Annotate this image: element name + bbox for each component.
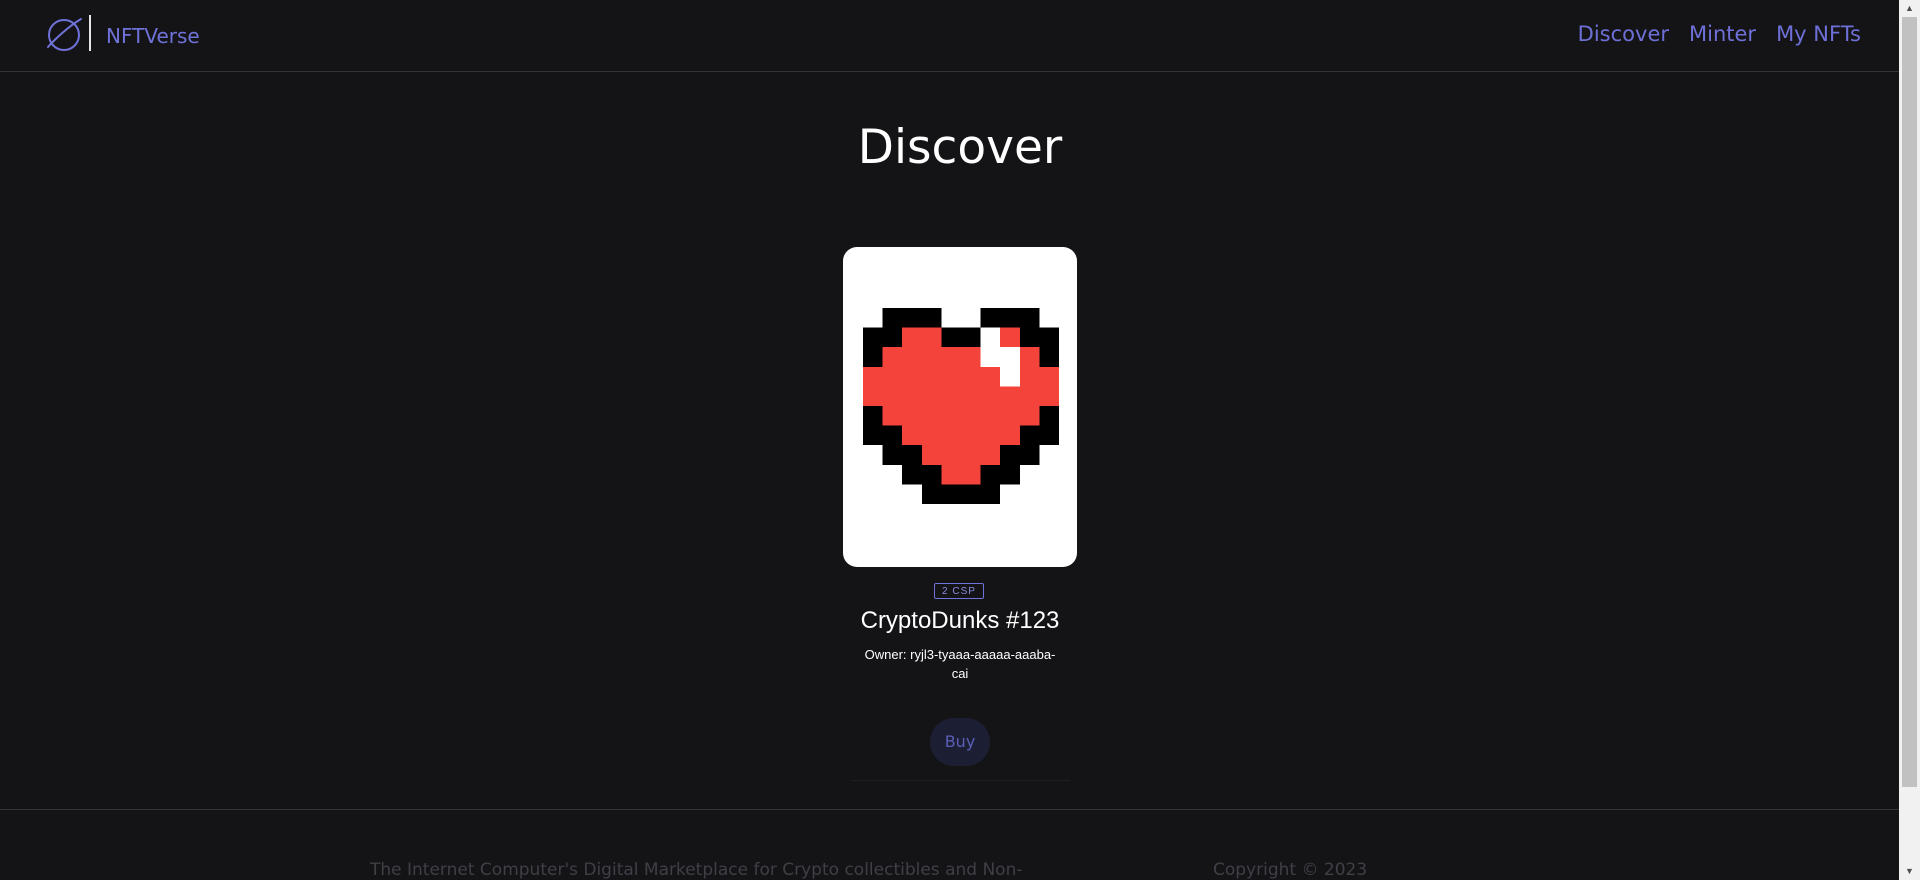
- nft-card-image[interactable]: [843, 247, 1077, 567]
- page: NFTVerse Discover Minter My NFTs Discove…: [0, 0, 1920, 880]
- page-title: Discover: [857, 120, 1063, 175]
- scroll-up-arrow-icon[interactable]: ▲: [1899, 0, 1920, 17]
- nav-discover[interactable]: Discover: [1578, 22, 1669, 46]
- top-navbar: NFTVerse Discover Minter My NFTs: [0, 0, 1899, 72]
- scrollbar-thumb[interactable]: [1902, 17, 1917, 787]
- footer-divider: [0, 809, 1899, 810]
- footer-description: The Internet Computer's Digital Marketpl…: [370, 860, 1023, 880]
- nav-minter[interactable]: Minter: [1689, 22, 1756, 46]
- planet-logo-icon[interactable]: [44, 14, 84, 54]
- main-nav: Discover Minter My NFTs: [1578, 22, 1861, 46]
- brand-name[interactable]: NFTVerse: [106, 24, 200, 48]
- pixel-heart-image: [863, 308, 1059, 504]
- card-bottom-divider: [852, 780, 1070, 781]
- scroll-down-arrow-icon[interactable]: ▼: [1899, 863, 1920, 880]
- buy-button[interactable]: Buy: [930, 718, 990, 766]
- footer-copyright: Copyright © 2023: [1213, 860, 1368, 880]
- vertical-scrollbar[interactable]: ▲ ▼: [1899, 0, 1920, 880]
- price-badge: 2 CSP: [934, 583, 984, 599]
- nft-name: CryptoDunks #123: [860, 607, 1060, 634]
- logo-divider: [89, 15, 91, 51]
- nft-owner: Owner: ryjl3-tyaaa-aaaaa-aaaba-cai: [864, 647, 1056, 681]
- nav-my-nfts[interactable]: My NFTs: [1776, 22, 1861, 46]
